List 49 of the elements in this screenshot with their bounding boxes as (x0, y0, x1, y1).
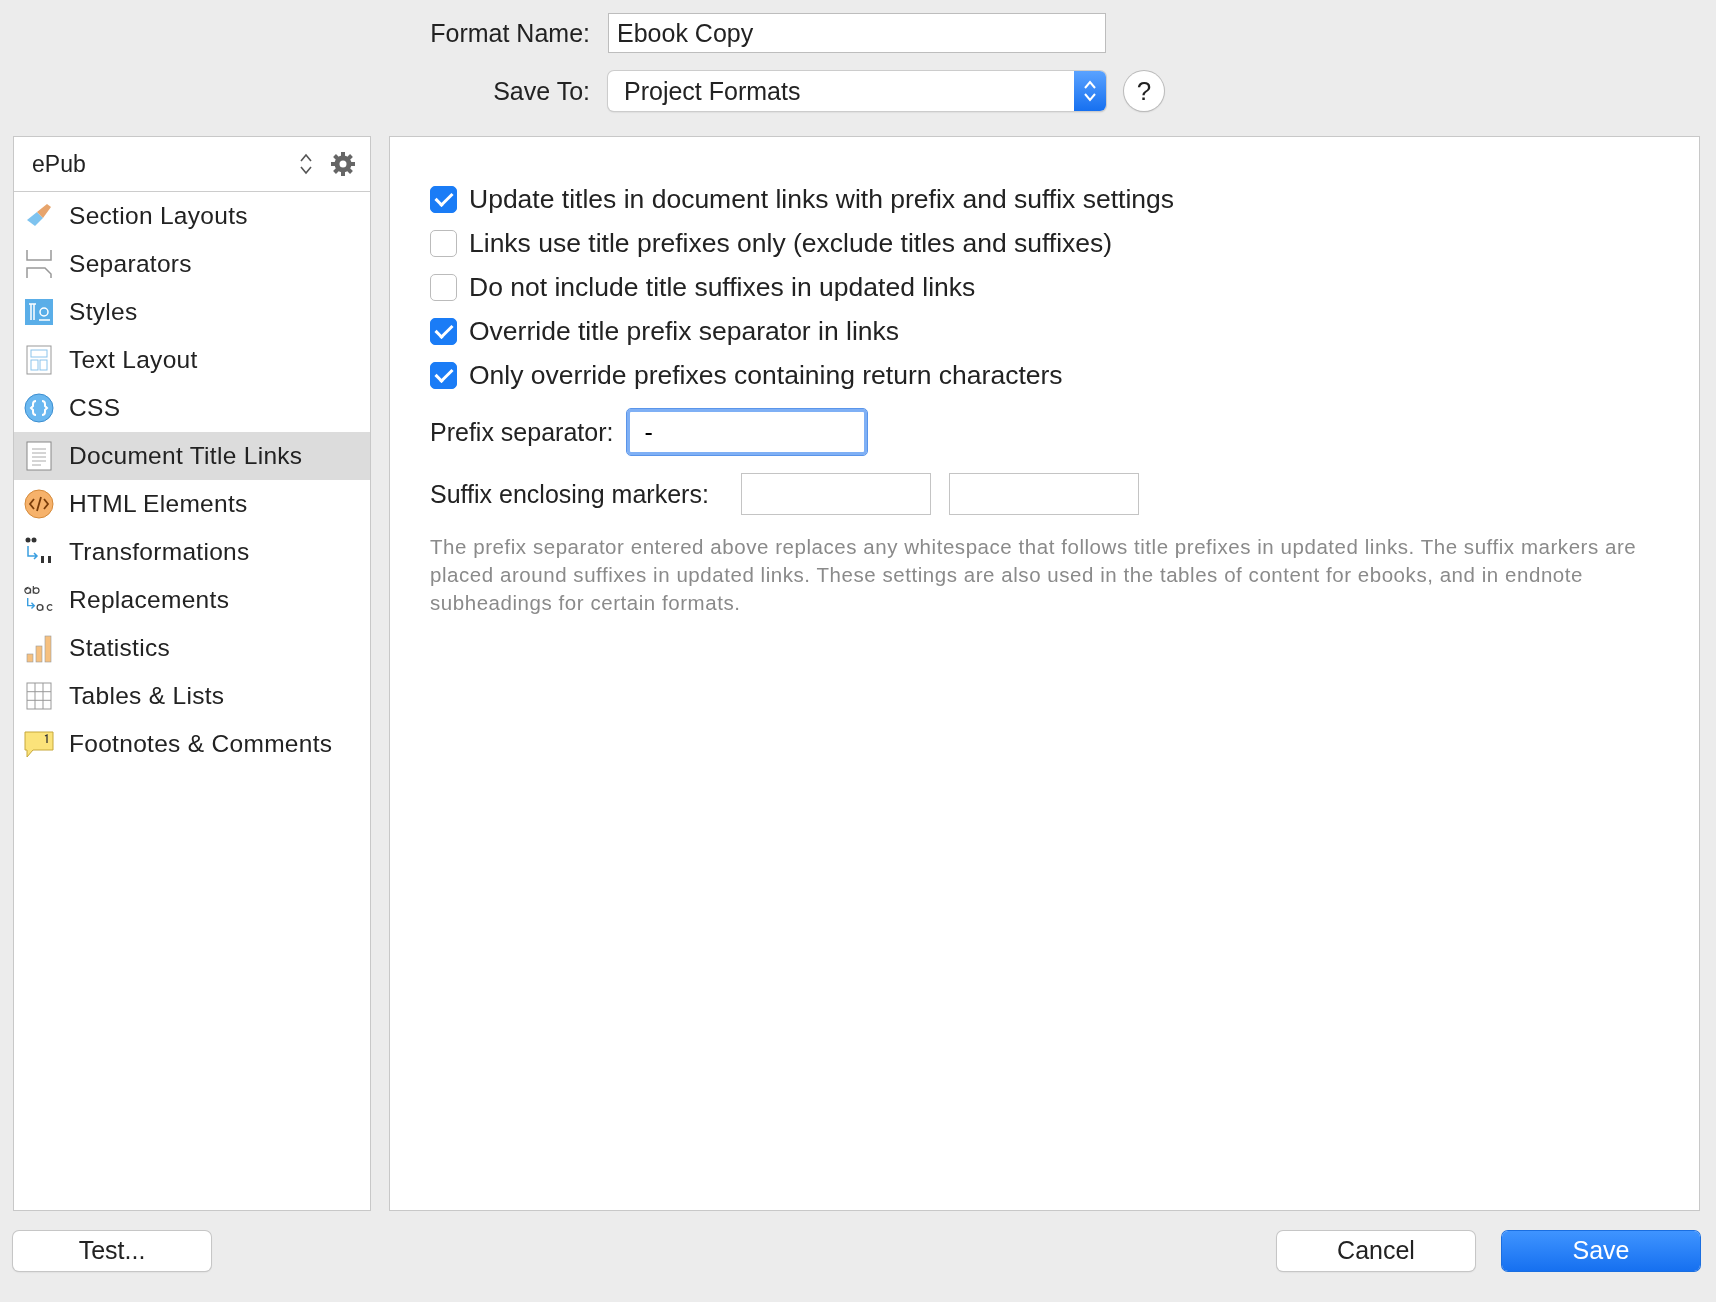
sidebar-item[interactable]: Replacements (14, 576, 370, 624)
grid-icon (23, 680, 55, 712)
checkbox-label: Override title prefix separator in links (469, 315, 900, 347)
test-button[interactable]: Test... (13, 1230, 211, 1271)
sidebar-item[interactable]: HTML Elements (14, 480, 370, 528)
sidebar-item[interactable]: Footnotes & Comments (14, 720, 370, 768)
format-name-label: Format Name: (430, 18, 590, 48)
suffix-close-field[interactable] (948, 473, 1139, 515)
sidebar-item[interactable]: Separators (14, 240, 370, 288)
help-button[interactable]: ? (1124, 71, 1164, 111)
code-icon (23, 488, 55, 520)
help-text: The prefix separator entered above replaces any whitespace that follows title prefixes in updated links. The suffix markers are placed around suffixes in updated links. These settings are also used in the tables of content for ebooks, and in endnote subheadings for certain formats. (430, 534, 1638, 616)
checkbox[interactable] (430, 317, 457, 345)
separator-icon (23, 248, 55, 280)
checkbox[interactable] (430, 273, 457, 301)
checkbox-label: Only override prefixes containing return characters (469, 359, 1063, 391)
sidebar-item[interactable]: Transformations (14, 528, 370, 576)
speech-bubble-icon (23, 728, 55, 760)
cancel-button[interactable]: Cancel (1277, 1230, 1475, 1271)
checkbox[interactable] (430, 361, 457, 389)
bar-chart-icon (23, 632, 55, 664)
prefix-separator-field[interactable]: - (627, 409, 868, 455)
suffix-markers-label: Suffix enclosing markers: (430, 479, 709, 509)
sidebar-item[interactable]: Statistics (14, 624, 370, 672)
checkbox[interactable] (430, 229, 457, 257)
layout-icon (23, 344, 55, 376)
save-to-dropdown[interactable]: Project Formats (608, 71, 1106, 111)
checkbox-label: Links use title prefixes only (exclude titles and suffixes) (469, 227, 1113, 259)
stepper-arrows-icon (1082, 78, 1098, 104)
save-to-label: Save To: (493, 76, 590, 106)
document-icon (23, 440, 55, 472)
sidebar-item[interactable]: Text Layout (14, 336, 370, 384)
sidebar-item[interactable]: CSS (14, 384, 370, 432)
sidebar-item[interactable]: Document Title Links (14, 432, 370, 480)
sidebar-item[interactable]: Section Layouts (14, 192, 370, 240)
braces-icon (23, 392, 55, 424)
format-selector[interactable]: ePub (14, 137, 370, 192)
checkbox[interactable] (430, 185, 457, 213)
sidebar-item[interactable]: Tables & Lists (14, 672, 370, 720)
format-name-field[interactable]: Ebook Copy (608, 13, 1106, 53)
suffix-open-field[interactable] (740, 473, 931, 515)
sidebar-item[interactable]: Styles (14, 288, 370, 336)
paragraph-icon (23, 296, 55, 328)
save-button[interactable]: Save (1502, 1230, 1700, 1271)
checkbox-label: Update titles in document links with prefix and suffix settings (469, 183, 1175, 215)
settings-icon[interactable] (330, 151, 356, 177)
up-down-arrows-icon (298, 152, 314, 176)
checkbox-label: Do not include title suffixes in updated links (469, 271, 976, 303)
prefix-separator-label: Prefix separator: (430, 417, 614, 447)
